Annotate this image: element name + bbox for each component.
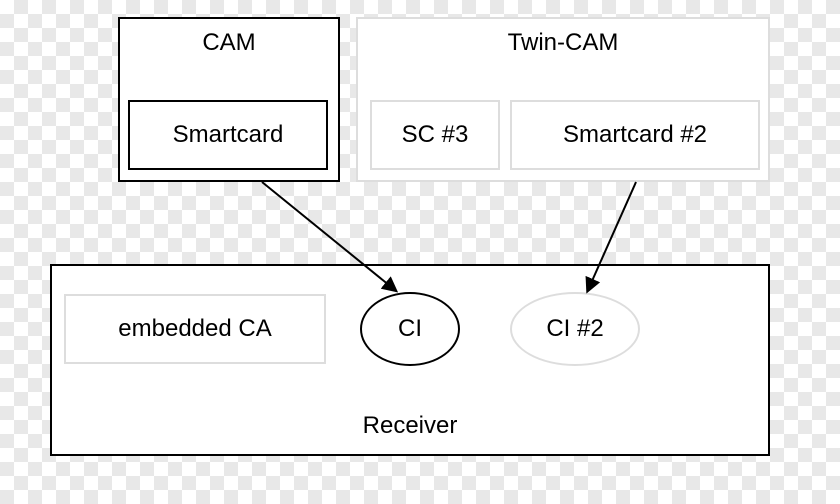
twincam-title: Twin-CAM: [508, 29, 619, 57]
embedded-ca-box: embedded CA: [64, 294, 326, 364]
ci-label: CI: [398, 315, 422, 343]
smartcard-box: Smartcard: [128, 100, 328, 170]
ci2-ellipse: CI #2: [510, 292, 640, 366]
embedded-ca-label: embedded CA: [118, 315, 271, 343]
sc3-label: SC #3: [402, 121, 469, 149]
smartcard-label: Smartcard: [173, 121, 284, 149]
ci-ellipse: CI: [360, 292, 460, 366]
sc2-box: Smartcard #2: [510, 100, 760, 170]
sc3-box: SC #3: [370, 100, 500, 170]
sc2-label: Smartcard #2: [563, 121, 707, 149]
receiver-title: Receiver: [52, 412, 768, 440]
ci2-label: CI #2: [546, 315, 603, 343]
cam-title: CAM: [202, 29, 255, 57]
